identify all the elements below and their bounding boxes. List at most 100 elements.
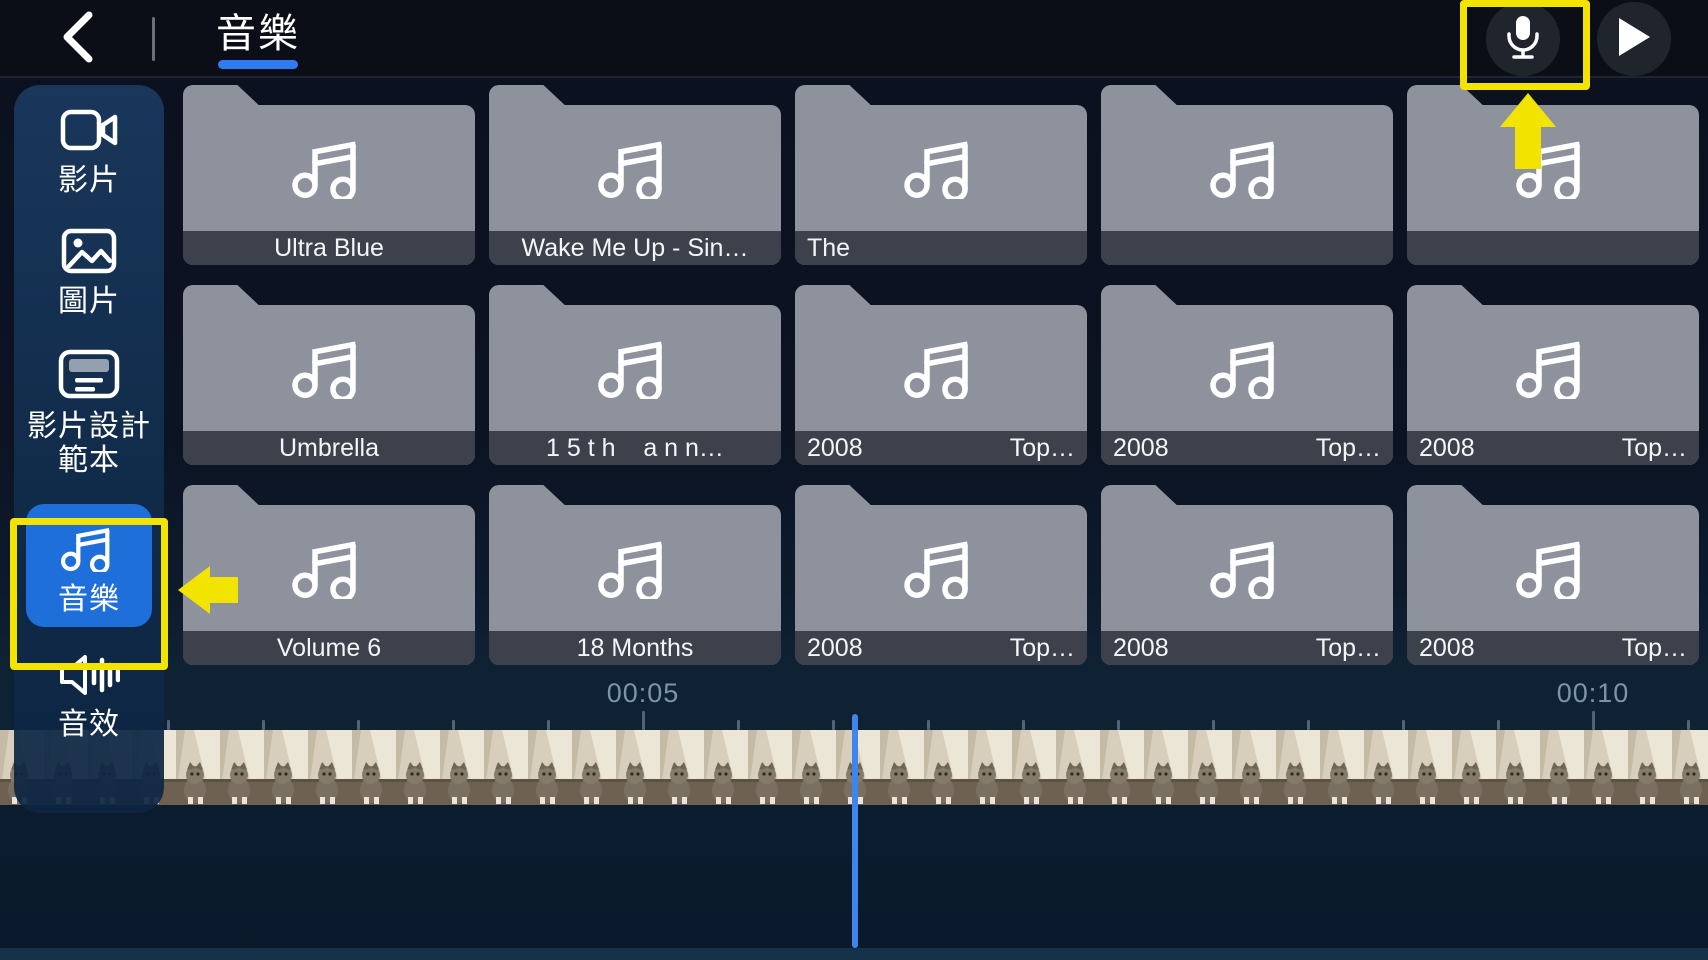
folder-title: 1 5 t h a n n…	[489, 431, 781, 465]
video-frame-thumbnail	[396, 730, 440, 805]
video-frame-thumbnail	[528, 730, 572, 805]
music-folder-tile[interactable]: 2008 Top…	[1101, 485, 1393, 665]
timeline-tick	[1497, 720, 1500, 730]
timeline-timestamp: 00:10	[1556, 678, 1630, 708]
music-note-icon	[1209, 331, 1285, 404]
video-frame-thumbnail	[1320, 730, 1364, 805]
timeline-tick	[357, 720, 360, 730]
music-note-icon	[1515, 131, 1591, 204]
music-note-icon	[597, 331, 673, 404]
sidebar-item-picture[interactable]: 圖片	[58, 228, 120, 319]
timeline-tick	[737, 720, 740, 730]
music-folder-tile[interactable]	[1407, 85, 1699, 265]
music-note-icon	[291, 531, 367, 604]
video-frame-thumbnail	[1672, 730, 1708, 805]
timeline-tick	[1402, 720, 1405, 730]
folder-title: 2008 Top…	[1407, 631, 1699, 665]
sidebar-item-label: 音樂	[58, 583, 120, 617]
folder-body: 2008 Top…	[795, 505, 1087, 665]
sidebar-item-label: 影片	[58, 164, 120, 197]
timeline-tick	[167, 720, 170, 730]
video-frame-thumbnail	[220, 730, 264, 805]
video-frame-thumbnail	[836, 730, 880, 805]
video-frame-thumbnail	[1012, 730, 1056, 805]
music-folder-tile[interactable]: 2008 Top…	[795, 485, 1087, 665]
template-icon	[58, 349, 120, 404]
video-frame-thumbnail	[1584, 730, 1628, 805]
video-frame-thumbnail	[264, 730, 308, 805]
timeline-playhead[interactable]	[852, 714, 858, 948]
folder-body	[1407, 105, 1699, 265]
video-frame-thumbnail	[352, 730, 396, 805]
back-button[interactable]	[48, 10, 106, 68]
video-frame-thumbnail	[1540, 730, 1584, 805]
music-folder-tile[interactable]	[1101, 85, 1393, 265]
folder-title: Ultra Blue	[183, 231, 475, 265]
media-type-sidebar: 影片 圖片 影片設計 範本 音樂 音效	[14, 85, 164, 813]
music-note-icon	[1515, 331, 1591, 404]
video-frame-thumbnail	[748, 730, 792, 805]
timeline-tick	[1307, 720, 1310, 730]
music-note-icon	[903, 531, 979, 604]
video-frame-thumbnail	[176, 730, 220, 805]
video-frame-thumbnail	[1452, 730, 1496, 805]
folder-title: Umbrella	[183, 431, 475, 465]
tab-music-title[interactable]: 音樂	[198, 0, 318, 78]
music-folder-grid: Ultra Blue Wake Me Up - Sin… The Umbrell…	[183, 85, 1699, 665]
music-folder-tile[interactable]: Volume 6	[183, 485, 475, 665]
music-folder-tile[interactable]: 18 Months	[489, 485, 781, 665]
video-frame-thumbnail	[1144, 730, 1188, 805]
video-frame-thumbnail	[880, 730, 924, 805]
music-note-icon	[291, 131, 367, 204]
music-folder-tile[interactable]: The	[795, 85, 1087, 265]
chevron-left-icon	[57, 9, 97, 70]
music-folder-tile[interactable]: Umbrella	[183, 285, 475, 465]
page-title: 音樂	[216, 11, 300, 56]
folder-title: 2008 Top…	[795, 631, 1087, 665]
record-voiceover-button[interactable]	[1486, 2, 1560, 76]
folder-title: 2008 Top…	[1101, 431, 1393, 465]
timeline-tick	[1022, 720, 1025, 730]
timeline-timestamp: 00:05	[606, 678, 680, 708]
video-frame-thumbnail	[924, 730, 968, 805]
folder-title: Wake Me Up - Sin…	[489, 231, 781, 265]
timeline-tick	[1117, 720, 1120, 730]
timeline-tick	[1687, 720, 1690, 730]
folder-title	[1101, 231, 1393, 265]
folder-title: 2008 Top…	[795, 431, 1087, 465]
music-folder-tile[interactable]: 1 5 t h a n n…	[489, 285, 781, 465]
folder-body	[1101, 105, 1393, 265]
video-frame-thumbnail	[1056, 730, 1100, 805]
video-frame-thumbnail	[308, 730, 352, 805]
sidebar-item-video[interactable]: 影片	[58, 107, 120, 198]
video-frame-thumbnail	[792, 730, 836, 805]
folder-title: The	[795, 231, 1087, 265]
folder-body: The	[795, 105, 1087, 265]
folder-title: 18 Months	[489, 631, 781, 665]
music-folder-tile[interactable]: Wake Me Up - Sin…	[489, 85, 781, 265]
folder-body: 2008 Top…	[1407, 305, 1699, 465]
music-folder-tile[interactable]: Ultra Blue	[183, 85, 475, 265]
play-icon	[1617, 17, 1651, 62]
play-button[interactable]	[1597, 2, 1671, 76]
sidebar-item-label: 音效	[58, 708, 120, 742]
folder-title: 2008 Top…	[1101, 631, 1393, 665]
sidebar-item-sound-effect[interactable]: 音效	[58, 653, 121, 742]
timeline-tick	[832, 720, 835, 730]
sidebar-item-template[interactable]: 影片設計 範本	[27, 349, 151, 478]
video-frame-thumbnail	[1364, 730, 1408, 805]
music-folder-tile[interactable]: 2008 Top…	[1407, 485, 1699, 665]
video-frame-thumbnail	[968, 730, 1012, 805]
timeline-tick	[262, 720, 265, 730]
video-camera-icon	[60, 107, 118, 158]
music-folder-tile[interactable]: 2008 Top…	[1101, 285, 1393, 465]
top-bar: 音樂	[0, 0, 1708, 78]
sidebar-item-music[interactable]: 音樂	[26, 504, 152, 628]
folder-title: Volume 6	[183, 631, 475, 665]
folder-body: 2008 Top…	[1101, 305, 1393, 465]
sidebar-item-label: 影片設計 範本	[27, 410, 151, 477]
music-folder-tile[interactable]: 2008 Top…	[1407, 285, 1699, 465]
timeline-tick	[452, 720, 455, 730]
video-frame-thumbnail	[1276, 730, 1320, 805]
music-folder-tile[interactable]: 2008 Top…	[795, 285, 1087, 465]
